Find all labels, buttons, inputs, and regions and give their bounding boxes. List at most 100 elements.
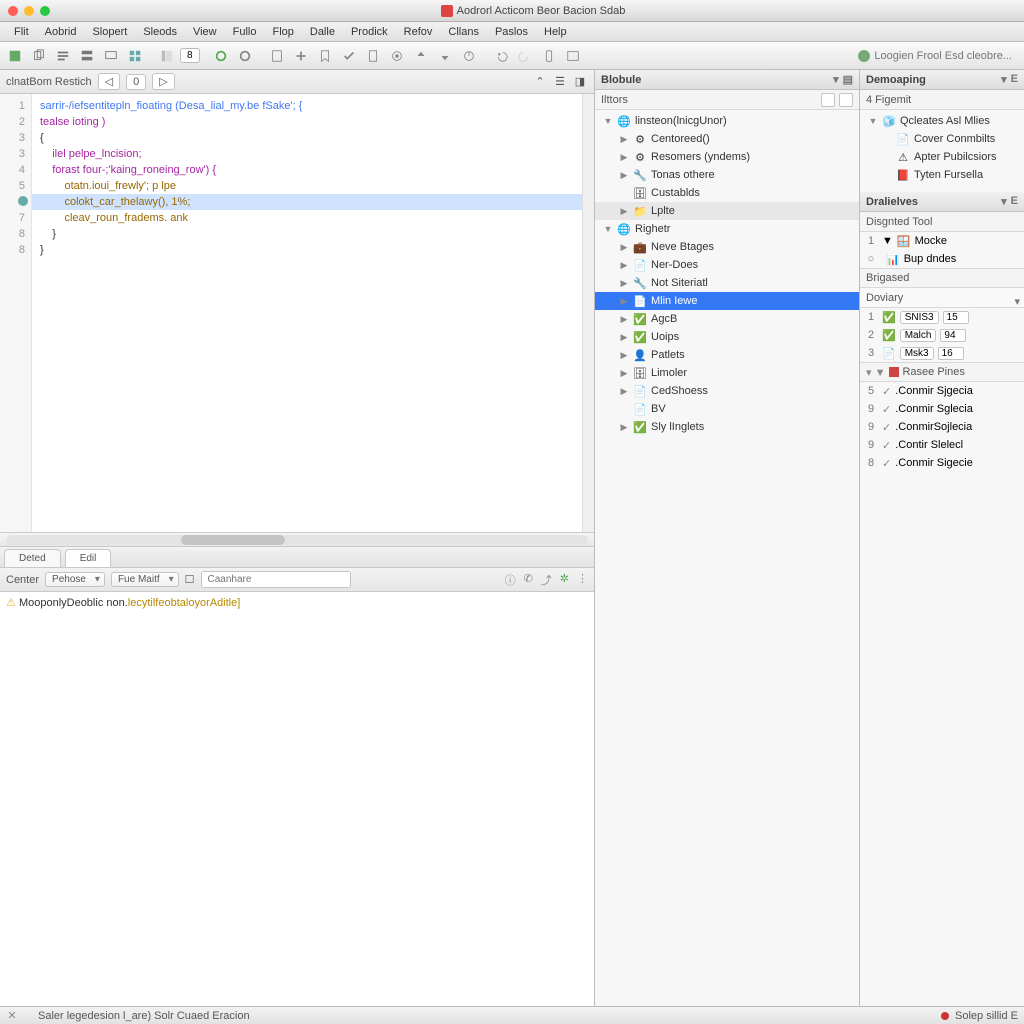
console-output[interactable]: ⚠ MooponlyDeoblic non.lecytilfeobtaloyor… xyxy=(0,592,594,1006)
property-row[interactable]: 1✅SNIS3 xyxy=(860,308,1024,326)
tree-item[interactable]: ▶📄CedShoess xyxy=(595,382,859,400)
tree-item[interactable]: ▶⚙Centoreed() xyxy=(595,130,859,148)
chevron-down-icon[interactable]: ▾ xyxy=(1001,195,1007,208)
menu-flop[interactable]: Flop xyxy=(264,26,301,38)
tree-item[interactable]: ▶💼Neve Btages xyxy=(595,238,859,256)
menu-refov[interactable]: Refov xyxy=(396,26,441,38)
add-icon[interactable] xyxy=(290,46,312,66)
tab-deted[interactable]: Deted xyxy=(4,549,61,567)
new-icon[interactable] xyxy=(266,46,288,66)
rows-icon[interactable] xyxy=(76,46,98,66)
tree-item[interactable]: ▶📄Mlin Iewe xyxy=(595,292,859,310)
minimize-window-button[interactable] xyxy=(24,6,34,16)
list-item[interactable]: 9✓.Contir Slelecl xyxy=(860,436,1024,454)
redo-icon[interactable] xyxy=(514,46,536,66)
tree-item[interactable]: 📕Tyten Fursella xyxy=(860,166,1024,184)
menu-fullo[interactable]: Fullo xyxy=(225,26,265,38)
menu-aobrid[interactable]: Aobrid xyxy=(37,26,85,38)
collapse-icon[interactable]: ⌃ xyxy=(532,74,548,90)
chevron-down-icon[interactable]: ▾ xyxy=(833,73,839,86)
text-icon[interactable] xyxy=(52,46,74,66)
tree-item[interactable]: ▶📁Lplte xyxy=(595,202,859,220)
down-icon[interactable] xyxy=(434,46,456,66)
code-area[interactable]: sarrir-/iefsentitepln_fioating (Desa_lia… xyxy=(32,94,582,532)
target-icon[interactable] xyxy=(386,46,408,66)
property-row[interactable]: 2✅Malch xyxy=(860,326,1024,344)
editor-vscrollbar[interactable] xyxy=(582,94,594,532)
tree-item[interactable]: ▶🔧Tonas othere xyxy=(595,166,859,184)
console-filter-select[interactable]: Fue Maitf xyxy=(111,572,179,587)
check-icon[interactable] xyxy=(338,46,360,66)
phone-icon[interactable]: ✆ xyxy=(524,572,533,588)
save-icon[interactable] xyxy=(4,46,26,66)
panel-menu-icon[interactable]: ▤ xyxy=(843,73,853,86)
nav-back-button[interactable]: ◁ xyxy=(98,73,120,90)
outline-icon[interactable]: ☰ xyxy=(552,74,568,90)
debug-tree[interactable]: ▼🧊Qcleates Asl Mlies📄Cover Conmbilts⚠Apt… xyxy=(860,110,1024,186)
status-close-icon[interactable]: ✕ xyxy=(6,1010,18,1022)
code-editor[interactable]: 1233456788 sarrir-/iefsentitepln_fioatin… xyxy=(0,94,594,532)
nav-fwd-button[interactable]: ▷ xyxy=(152,73,174,90)
tree-item[interactable]: ▶🗄Limoler xyxy=(595,364,859,382)
info-icon[interactable]: ⓘ xyxy=(505,572,516,588)
tree-item[interactable]: ▶✅Uoips xyxy=(595,328,859,346)
view-mode-icon[interactable] xyxy=(821,93,835,107)
power-icon[interactable] xyxy=(458,46,480,66)
tree-item[interactable]: ▶👤Patlets xyxy=(595,346,859,364)
toolbar-right-label[interactable]: Loogien Frool Esd cleobre... xyxy=(874,50,1012,62)
tree-item[interactable]: ▶⚙Resomers (yndems) xyxy=(595,148,859,166)
menu-view[interactable]: View xyxy=(185,26,225,38)
property-row[interactable]: 1▼🪟Mocke xyxy=(860,232,1024,250)
editor-hscrollbar[interactable] xyxy=(0,532,594,546)
stop-icon[interactable] xyxy=(234,46,256,66)
menu-paslos[interactable]: Paslos xyxy=(487,26,536,38)
menu-prodick[interactable]: Prodick xyxy=(343,26,396,38)
menu-flit[interactable]: Flit xyxy=(6,26,37,38)
undo-icon[interactable] xyxy=(490,46,512,66)
layout-icon[interactable] xyxy=(156,46,178,66)
window-icon[interactable] xyxy=(562,46,584,66)
screen-icon[interactable] xyxy=(100,46,122,66)
split-icon[interactable]: ◨ xyxy=(572,74,588,90)
zoom-window-button[interactable] xyxy=(40,6,50,16)
page-icon[interactable] xyxy=(362,46,384,66)
list-item[interactable]: 8✓.Conmir Sigecie xyxy=(860,454,1024,472)
menu-sleods[interactable]: Sleods xyxy=(135,26,185,38)
property-row[interactable]: ○📊Bup dndes xyxy=(860,250,1024,268)
menu-slopert[interactable]: Slopert xyxy=(84,26,135,38)
device-icon[interactable] xyxy=(538,46,560,66)
view-mode2-icon[interactable] xyxy=(839,93,853,107)
list-item[interactable]: 9✓.Conmir Sglecia xyxy=(860,400,1024,418)
chevron-down-icon[interactable]: ▾ xyxy=(1001,73,1007,86)
navigator-tree[interactable]: ▼🌐linsteon(lnicgUnor)▶⚙Centoreed()▶⚙Reso… xyxy=(595,110,859,438)
tree-item[interactable]: ▼🌐linsteon(lnicgUnor) xyxy=(595,112,859,130)
bookmark-icon[interactable] xyxy=(314,46,336,66)
console-search-input[interactable] xyxy=(201,571,351,588)
menu-cllans[interactable]: Cllans xyxy=(440,26,487,38)
tree-item[interactable]: ⚠Apter Pubilcsiors xyxy=(860,148,1024,166)
tree-toggle-icon[interactable]: ▾ ▼ xyxy=(866,366,885,379)
menu-icon[interactable]: ⋮ xyxy=(577,572,588,588)
tree-item[interactable]: ▶✅Sly lInglets xyxy=(595,418,859,436)
copy-icon[interactable] xyxy=(28,46,50,66)
sync-icon[interactable] xyxy=(210,46,232,66)
gear-icon[interactable]: ✲ xyxy=(560,572,569,588)
share-icon[interactable]: ⤴ xyxy=(541,572,552,588)
font-size-spinner[interactable]: 8 xyxy=(180,48,200,63)
breadcrumb-label[interactable]: clnatBom Restich xyxy=(6,76,92,88)
checkbox-icon[interactable]: ☐ xyxy=(185,573,195,586)
close-window-button[interactable] xyxy=(8,6,18,16)
list-item[interactable]: 5✓.Conmir Sjgecia xyxy=(860,382,1024,400)
tree-item[interactable]: ▼🌐Righetr xyxy=(595,220,859,238)
console-scope-select[interactable]: Pehose xyxy=(45,572,105,587)
tree-item[interactable]: 📄Cover Conmbilts xyxy=(860,130,1024,148)
property-row[interactable]: 3📄Msk3 xyxy=(860,344,1024,362)
list-item[interactable]: 9✓.ConmirSojlecia xyxy=(860,418,1024,436)
tree-item[interactable]: 🗄Custablds xyxy=(595,184,859,202)
up-icon[interactable] xyxy=(410,46,432,66)
tab-edil[interactable]: Edil xyxy=(65,549,112,567)
tree-item[interactable]: ▶✅AgcB xyxy=(595,310,859,328)
tree-item[interactable]: ▶🔧Not Siteriatl xyxy=(595,274,859,292)
menu-dalle[interactable]: Dalle xyxy=(302,26,343,38)
issue-list[interactable]: 5✓.Conmir Sjgecia9✓.Conmir Sglecia9✓.Con… xyxy=(860,382,1024,472)
